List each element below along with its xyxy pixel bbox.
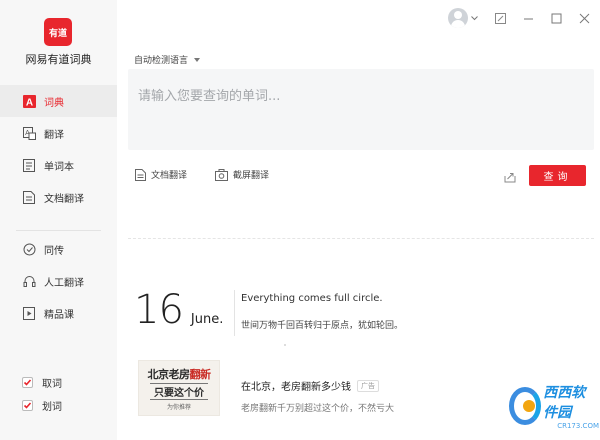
language-label: 自动检测语言 bbox=[134, 56, 189, 66]
camera-icon bbox=[215, 168, 229, 181]
language-selector[interactable]: 自动检测语言 bbox=[134, 53, 201, 66]
daily-date: 16 June. bbox=[134, 290, 223, 330]
sidebar: 有道 网易有道词典 A 词典 A 翻译 单词本 文档翻译 同传 人工翻译 精品课… bbox=[0, 0, 117, 440]
sidebar-item-doc-translate[interactable]: 文档翻译 bbox=[0, 181, 117, 213]
news-title[interactable]: 在北京，老房翻新多少钱 广告 bbox=[241, 378, 379, 393]
sidebar-item-label: 文档翻译 bbox=[44, 193, 84, 205]
sidebar-item-dictionary[interactable]: A 词典 bbox=[0, 85, 117, 117]
maximize-icon bbox=[551, 13, 561, 23]
mini-mode-button[interactable] bbox=[494, 12, 506, 24]
news-description[interactable]: 老房翻新千万别超过这个价，不然亏大 bbox=[241, 401, 394, 414]
site-watermark: 西西软件园 CR173.COM bbox=[509, 384, 599, 430]
screenshot-translate-label: 截屏翻译 bbox=[233, 171, 270, 181]
minimize-icon bbox=[523, 18, 533, 19]
wordbook-icon bbox=[22, 158, 36, 172]
news-title-text: 在北京，老房翻新多少钱 bbox=[241, 382, 351, 393]
sidebar-nav-primary: A 词典 A 翻译 单词本 文档翻译 bbox=[0, 85, 117, 213]
share-button[interactable] bbox=[504, 168, 516, 187]
app-window: 有道 网易有道词典 A 词典 A 翻译 单词本 文档翻译 同传 人工翻译 精品课… bbox=[0, 0, 600, 440]
thumb-line2: 只要这个价 bbox=[150, 382, 208, 400]
sidebar-nav-secondary: 同传 人工翻译 精品课 bbox=[0, 233, 117, 329]
avatar bbox=[448, 8, 468, 28]
checkbox-box bbox=[22, 377, 33, 388]
chevron-down-icon bbox=[471, 15, 478, 20]
thumb-line1: 北京老房翻新 bbox=[147, 367, 212, 381]
sidebar-item-label: 翻译 bbox=[44, 129, 64, 141]
daily-quote-en[interactable]: Everything comes full circle. bbox=[241, 293, 383, 304]
doc-translate-label: 文档翻译 bbox=[151, 171, 188, 181]
caret-down-icon bbox=[194, 57, 201, 62]
shrink-icon bbox=[494, 12, 506, 24]
sidebar-item-label: 同传 bbox=[44, 245, 64, 257]
search-button[interactable]: 查询 bbox=[529, 165, 586, 186]
course-icon bbox=[22, 306, 36, 320]
sidebar-divider bbox=[16, 230, 101, 231]
tools-row: 文档翻译 截屏翻译 bbox=[135, 168, 269, 181]
checkmark-icon bbox=[23, 379, 32, 386]
sidebar-item-label: 词典 bbox=[44, 97, 64, 109]
dictionary-icon: A bbox=[22, 94, 36, 108]
app-name: 网易有道词典 bbox=[25, 53, 92, 66]
maximize-button[interactable] bbox=[550, 12, 562, 24]
svg-text:A: A bbox=[25, 97, 32, 108]
daily-quote-zh: 世间万物千回百转归于原点，犹如轮回。 bbox=[241, 321, 404, 331]
checkbox-label: 取词 bbox=[42, 379, 62, 390]
youdao-logo: 有道 bbox=[44, 18, 72, 46]
search-input[interactable] bbox=[128, 69, 594, 124]
ad-badge: 广告 bbox=[357, 379, 379, 392]
separator-dot bbox=[284, 344, 286, 346]
simultaneous-icon bbox=[22, 242, 36, 256]
screenshot-translate-tool[interactable]: 截屏翻译 bbox=[215, 168, 269, 181]
doc-translate-tool[interactable]: 文档翻译 bbox=[135, 168, 187, 181]
document-translate-icon bbox=[22, 190, 36, 204]
close-button[interactable] bbox=[578, 12, 590, 24]
title-bar bbox=[448, 8, 590, 28]
daily-divider bbox=[234, 290, 235, 336]
sidebar-item-label: 单词本 bbox=[44, 161, 74, 173]
sidebar-item-label: 精品课 bbox=[44, 309, 74, 321]
select-lookup-checkbox[interactable]: 划词 bbox=[22, 398, 62, 413]
sidebar-item-wordbook[interactable]: 单词本 bbox=[0, 149, 117, 181]
minimize-button[interactable] bbox=[522, 12, 534, 24]
document-icon bbox=[135, 168, 146, 181]
thumb-line3: 为你推荐 bbox=[166, 403, 191, 411]
news-thumbnail[interactable]: 北京老房翻新 只要这个价 为你推荐 bbox=[138, 360, 220, 416]
main-panel: 自动检测语言 文档翻译 截屏翻译 查询 16 June. Everythi bbox=[117, 0, 600, 440]
checkbox-label: 划词 bbox=[42, 402, 62, 413]
watermark-logo-icon bbox=[509, 387, 542, 425]
search-area bbox=[128, 69, 594, 150]
sidebar-item-simultaneous[interactable]: 同传 bbox=[0, 233, 117, 265]
daily-month: June. bbox=[190, 312, 224, 327]
human-translate-icon bbox=[22, 274, 36, 288]
close-icon bbox=[579, 13, 589, 23]
checkbox-box bbox=[22, 400, 33, 411]
translate-icon: A bbox=[22, 126, 36, 140]
watermark-text: 西西软件园 CR173.COM bbox=[543, 385, 599, 430]
sidebar-item-translate[interactable]: A 翻译 bbox=[0, 117, 117, 149]
quick-lookup-checkbox[interactable]: 取词 bbox=[22, 375, 62, 390]
divider-dashed bbox=[128, 238, 594, 239]
share-icon bbox=[504, 173, 516, 183]
sidebar-item-human-translate[interactable]: 人工翻译 bbox=[0, 265, 117, 297]
sidebar-item-label: 人工翻译 bbox=[44, 277, 84, 289]
daily-day: 16 bbox=[134, 287, 184, 333]
checkmark-icon bbox=[23, 402, 32, 409]
sidebar-item-course[interactable]: 精品课 bbox=[0, 297, 117, 329]
account-menu[interactable] bbox=[448, 8, 478, 28]
